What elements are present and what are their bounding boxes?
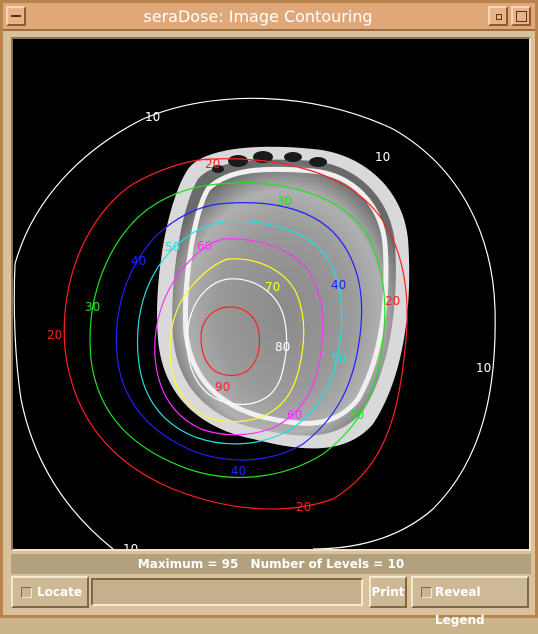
- minimize-icon[interactable]: [488, 6, 508, 26]
- contour-label: 20: [385, 294, 400, 308]
- window-menu-icon[interactable]: [6, 6, 26, 26]
- contour-label: 10: [123, 542, 138, 549]
- locate-checkbox[interactable]: [21, 587, 32, 598]
- locate-label: Locate: [37, 585, 82, 599]
- maximum-readout: Maximum = 95: [137, 557, 239, 571]
- reveal-legend-checkbox[interactable]: [421, 587, 432, 598]
- contour-label: 20: [47, 328, 62, 342]
- contour-canvas[interactable]: 10 10 10 10 20 20 20 20 30 30 30 40 40 4…: [11, 37, 531, 551]
- contour-label: 80: [275, 340, 290, 354]
- contour-label: 40: [331, 278, 346, 292]
- message-field[interactable]: [91, 578, 363, 606]
- contour-label: 10: [145, 110, 160, 124]
- contour-label: 10: [375, 150, 390, 164]
- title-bar[interactable]: seraDose: Image Contouring: [3, 3, 535, 31]
- maximize-icon[interactable]: [511, 6, 531, 26]
- contour-label: 70: [265, 280, 280, 294]
- contour-label: 30: [85, 300, 100, 314]
- contour-label: 50: [331, 352, 346, 366]
- reveal-legend-toggle[interactable]: Reveal Legend: [411, 576, 529, 627]
- app-window: seraDose: Image Contouring 10 10 10 10 2…: [0, 0, 538, 627]
- contour-label: 10: [476, 361, 491, 375]
- contour-label: 50: [165, 240, 180, 254]
- print-button[interactable]: Print: [369, 576, 407, 608]
- contour-label: 20: [296, 500, 311, 514]
- locate-toggle[interactable]: Locate: [11, 576, 89, 608]
- contour-plot[interactable]: 10 10 10 10 20 20 20 20 30 30 30 40 40 4…: [13, 39, 529, 549]
- contour-label: 40: [231, 464, 246, 478]
- contour-label: 90: [215, 380, 230, 394]
- reveal-legend-label: Reveal Legend: [435, 585, 485, 627]
- contour-label: 40: [131, 254, 146, 268]
- contour-label: 30: [277, 194, 292, 208]
- contour-label: 20: [205, 157, 220, 171]
- contour-label: 60: [197, 239, 212, 253]
- window-title: seraDose: Image Contouring: [143, 7, 373, 26]
- status-bar: Maximum = 95 Number of Levels = 10: [11, 554, 531, 574]
- contour-label: 30: [349, 408, 364, 422]
- button-bar: Locate Print Reveal Legend: [11, 576, 531, 627]
- levels-readout: Number of Levels = 10: [250, 557, 405, 571]
- contour-label: 60: [287, 408, 302, 422]
- ct-head-image: [157, 146, 410, 449]
